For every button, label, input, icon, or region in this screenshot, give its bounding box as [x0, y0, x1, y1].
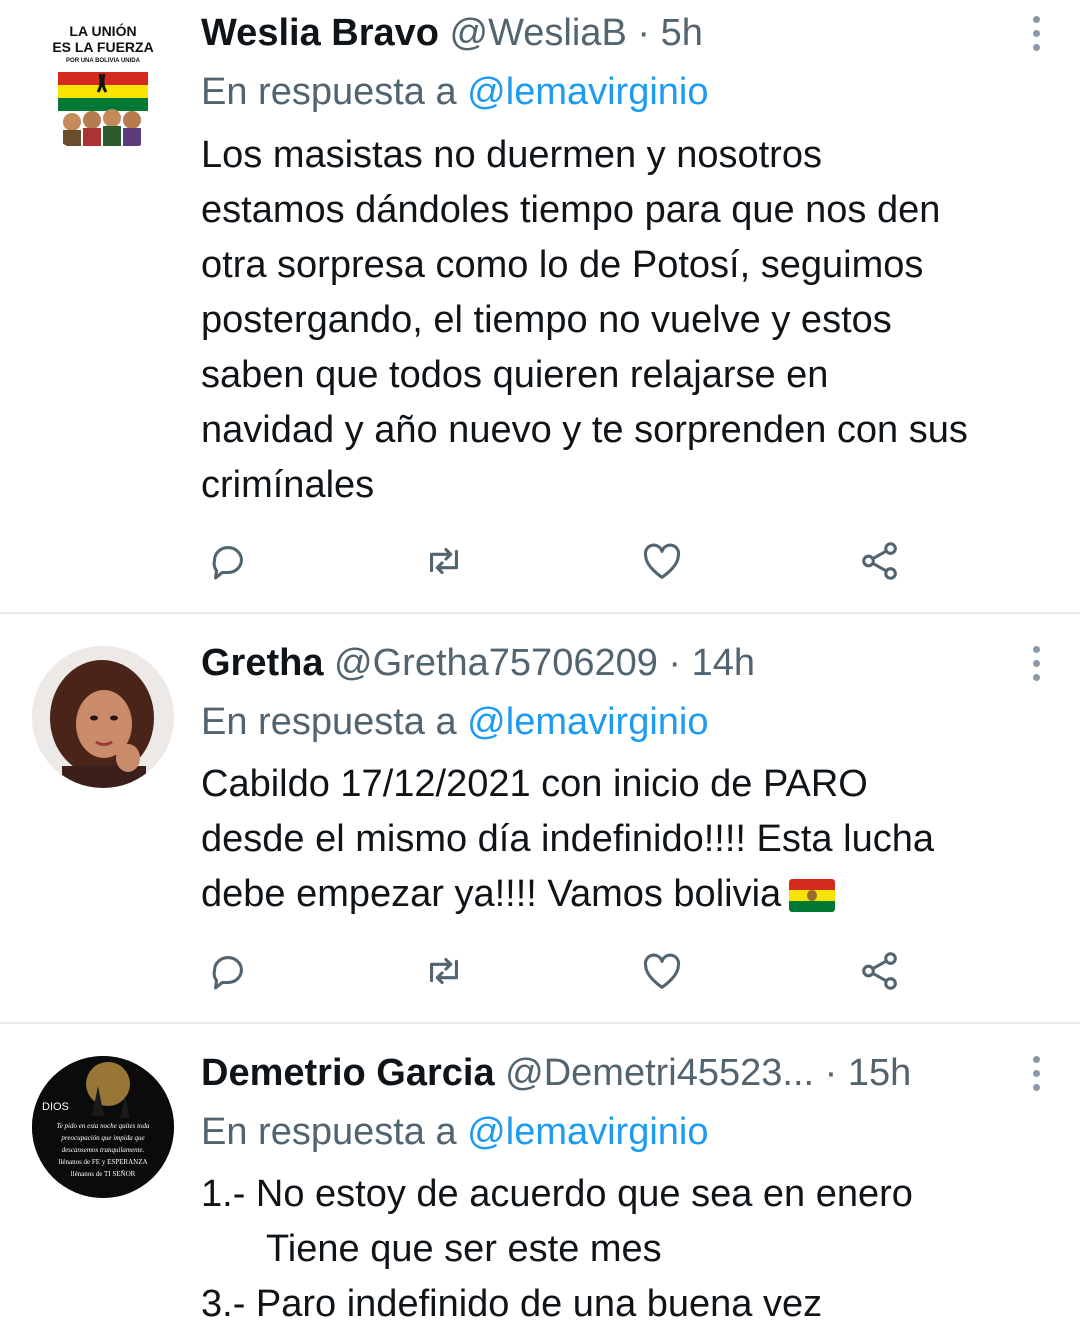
tweet-text-line-content: debe empezar ya!!!! Vamos bolivia [201, 873, 782, 915]
tweet-text-line: debe empezar ya!!!! Vamos bolivia [201, 867, 1061, 922]
avatar-quote-image: DIOS Te pido en esta noche quites toda p… [32, 1056, 174, 1198]
tweet-actions [201, 538, 921, 584]
tweet-text-line: Los masistas no duermen y nosotros [201, 134, 822, 176]
like-icon[interactable] [639, 538, 685, 584]
avatar-weslia-bravo[interactable]: LA UNIÓN ES LA FUERZA POR UNA BOLIVIA UN… [32, 14, 174, 156]
more-options-icon[interactable] [1028, 646, 1044, 686]
tweet-demetrio-garcia[interactable]: DIOS Te pido en esta noche quites toda p… [0, 1024, 1080, 1334]
separator-dot: · [626, 12, 661, 54]
reply-context: En respuesta a @lemavirginio [201, 67, 709, 117]
retweet-icon[interactable] [421, 948, 467, 994]
separator-dot: · [657, 642, 692, 684]
reply-context: En respuesta a @lemavirginio [201, 1107, 709, 1157]
reply-prefix: En respuesta a [201, 71, 468, 113]
tweet-text-line: crimínales [201, 464, 375, 506]
separator-dot: · [814, 1052, 848, 1094]
bolivia-flag-icon [789, 879, 836, 913]
tweet-text-line: saben que todos quieren relajarse en [201, 354, 829, 396]
svg-text:POR UNA BOLIVIA UNIDA: POR UNA BOLIVIA UNIDA [66, 58, 141, 64]
tweet-text-line: 3.- Paro indefinido de una buena vez [201, 1283, 823, 1325]
more-options-icon[interactable] [1028, 1056, 1044, 1096]
tweet-header: Demetrio Garcia @Demetri45523... · 15h [201, 1048, 1080, 1098]
tweet-gretha[interactable]: Gretha @Gretha75706209 · 14h En respuest… [0, 614, 1080, 1022]
svg-text:preocupación que impida que: preocupación que impida que [60, 1134, 144, 1142]
retweet-icon[interactable] [421, 538, 467, 584]
reply-mention-link[interactable]: @lemavirginio [467, 71, 708, 113]
tweet-header: Weslia Bravo @WesliaB · 5h [201, 8, 1080, 58]
more-options-icon[interactable] [1028, 16, 1044, 56]
tweet-text-line: estamos dándoles tiempo para que nos den [201, 189, 941, 231]
reply-prefix: En respuesta a [201, 701, 468, 743]
tweet-text: Cabildo 17/12/2021 con inicio de PARO de… [201, 757, 1061, 922]
svg-text:descansemos tranquilamente.: descansemos tranquilamente. [62, 1146, 145, 1154]
svg-text:Te pido en esta noche quites t: Te pido en esta noche quites toda [56, 1122, 150, 1130]
tweet-text-line: postergando, el tiempo no vuelve y estos [201, 299, 892, 341]
avatar-logo-image: LA UNIÓN ES LA FUERZA POR UNA BOLIVIA UN… [52, 22, 154, 146]
tweet-text-line: 1.- No estoy de acuerdo que sea en enero [201, 1173, 913, 1215]
avatar-gretha[interactable] [32, 646, 174, 788]
like-icon[interactable] [639, 948, 685, 994]
user-handle[interactable]: @WesliaB [450, 12, 627, 54]
timestamp[interactable]: 14h [692, 642, 755, 684]
user-handle[interactable]: @Demetri45523... [505, 1052, 814, 1094]
tweet-actions [201, 948, 921, 994]
tweet-text-line: Tiene que ser este mes [266, 1228, 662, 1270]
tweet-text-line: navidad y año nuevo y te sorprenden con … [201, 409, 968, 451]
svg-text:DIOS: DIOS [42, 1101, 69, 1113]
avatar-photo [32, 646, 174, 788]
user-handle[interactable]: @Gretha75706209 [334, 642, 658, 684]
tweet-text-line: otra sorpresa como lo de Potosí, seguimo… [201, 244, 924, 286]
reply-context: En respuesta a @lemavirginio [201, 697, 709, 747]
reply-mention-link[interactable]: @lemavirginio [467, 701, 708, 743]
share-icon[interactable] [857, 538, 903, 584]
timestamp[interactable]: 5h [661, 12, 703, 54]
reply-icon[interactable] [205, 538, 251, 584]
reply-icon[interactable] [205, 948, 251, 994]
svg-text:ES LA FUERZA: ES LA FUERZA [52, 39, 153, 55]
tweet-header: Gretha @Gretha75706209 · 14h [201, 638, 1080, 688]
timestamp[interactable]: 15h [848, 1052, 911, 1094]
reply-prefix: En respuesta a [201, 1111, 468, 1153]
share-icon[interactable] [857, 948, 903, 994]
tweet-text: Los masistas no duermen y nosotros estam… [201, 128, 1061, 513]
svg-text:LA UNIÓN: LA UNIÓN [69, 22, 136, 39]
tweet-text-line: desde el mismo día indefinido!!!! Esta l… [201, 818, 934, 860]
reply-mention-link[interactable]: @lemavirginio [467, 1111, 708, 1153]
tweet-weslia-bravo[interactable]: LA UNIÓN ES LA FUERZA POR UNA BOLIVIA UN… [0, 0, 1080, 612]
display-name[interactable]: Gretha [201, 642, 323, 684]
tweet-text-line: Cabildo 17/12/2021 con inicio de PARO [201, 763, 868, 805]
display-name[interactable]: Demetrio Garcia [201, 1052, 495, 1094]
avatar-demetrio-garcia[interactable]: DIOS Te pido en esta noche quites toda p… [32, 1056, 174, 1198]
tweet-text: 1.- No estoy de acuerdo que sea en enero… [201, 1167, 1061, 1332]
svg-text:llénanos de TI SEÑOR: llénanos de TI SEÑOR [71, 1170, 136, 1178]
svg-text:llénanos de FE y ESPERANZA: llénanos de FE y ESPERANZA [58, 1158, 147, 1166]
display-name[interactable]: Weslia Bravo [201, 12, 439, 54]
